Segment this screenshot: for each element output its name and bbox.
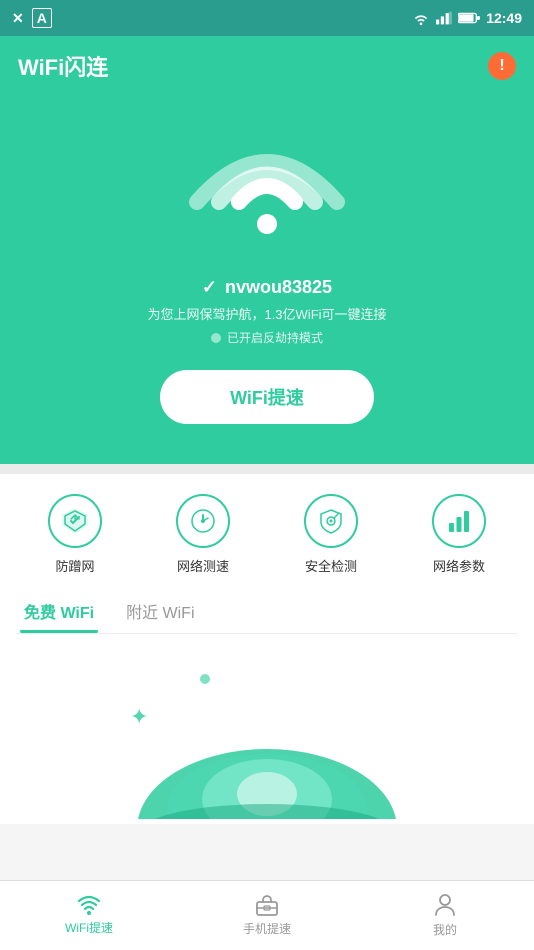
briefcase-nav-icon: [254, 894, 280, 916]
tool-network-params[interactable]: 网络参数: [400, 494, 518, 575]
status-right-icons: 12:49: [412, 10, 522, 26]
battery-icon: [458, 12, 480, 24]
a-icon: A: [32, 8, 52, 28]
wifi-status-icon: [412, 11, 430, 25]
status-bar: ✕ A 12:49: [0, 0, 534, 36]
nav-phone-speed[interactable]: 手机提速: [178, 881, 356, 950]
status-left-icons: ✕ A: [12, 8, 52, 28]
anti-freeload-label: 防蹭网: [55, 556, 94, 575]
app-title: WiFi闪连: [18, 50, 108, 82]
app-header: WiFi闪连 !: [0, 36, 534, 92]
speed-test-label: 网络测速: [177, 556, 229, 575]
free-wifi-content: ✦: [0, 644, 534, 824]
nav-profile-label: 我的: [433, 921, 457, 938]
warning-symbol: !: [499, 57, 504, 75]
security-check-icon-circle: [304, 494, 358, 548]
nav-wifi-speed-label: WiFi提速: [65, 919, 113, 936]
network-params-label: 网络参数: [433, 556, 485, 575]
nav-profile[interactable]: 我的: [356, 881, 534, 950]
speed-test-icon-circle: [176, 494, 230, 548]
dot-indicator: [211, 333, 221, 343]
deco-dot: [200, 674, 210, 684]
tool-speed-test[interactable]: 网络测速: [144, 494, 262, 575]
subtitle-text: 为您上网保驾护航，1.3亿WiFi可一键连接: [147, 304, 386, 323]
tab-nearby-wifi-label: 附近 WiFi: [126, 605, 194, 622]
tab-free-wifi[interactable]: 免费 WiFi: [20, 591, 98, 633]
signal-icon: [436, 11, 452, 25]
tools-section: 防蹭网 网络测速: [0, 474, 534, 644]
check-icon: ✓: [202, 277, 217, 298]
tool-anti-freeload[interactable]: 防蹭网: [16, 494, 134, 575]
wifi-nav-icon: [76, 895, 102, 915]
clock: 12:49: [486, 10, 522, 26]
arch-graphic: [107, 699, 427, 824]
tab-free-wifi-label: 免费 WiFi: [24, 605, 94, 622]
tabs-row: 免费 WiFi 附近 WiFi: [16, 591, 518, 634]
security-check-label: 安全检测: [305, 556, 357, 575]
tools-grid: 防蹭网 网络测速: [16, 494, 518, 575]
ssid-row: ✓ nvwou83825: [202, 277, 332, 298]
warning-icon[interactable]: !: [488, 52, 516, 80]
hero-section: ✓ nvwou83825 为您上网保驾护航，1.3亿WiFi可一键连接 已开启反…: [0, 92, 534, 464]
x-icon: ✕: [12, 10, 24, 27]
speed-button[interactable]: WiFi提速: [160, 370, 374, 424]
anti-mode-label: 已开启反劫持模式: [227, 329, 323, 346]
nav-wifi-speed[interactable]: WiFi提速: [0, 881, 178, 950]
tool-security-check[interactable]: 安全检测: [272, 494, 390, 575]
network-params-icon-circle: [432, 494, 486, 548]
bottom-nav: WiFi提速 手机提速 我的: [0, 880, 534, 950]
ssid-name: nvwou83825: [225, 277, 332, 298]
section-divider: [0, 464, 534, 474]
nav-phone-speed-label: 手机提速: [243, 920, 291, 937]
wifi-graphic: [177, 112, 357, 257]
person-nav-icon: [434, 893, 456, 917]
tab-nearby-wifi[interactable]: 附近 WiFi: [122, 591, 198, 633]
anti-freeload-icon-circle: [48, 494, 102, 548]
anti-mode-row: 已开启反劫持模式: [211, 329, 323, 346]
